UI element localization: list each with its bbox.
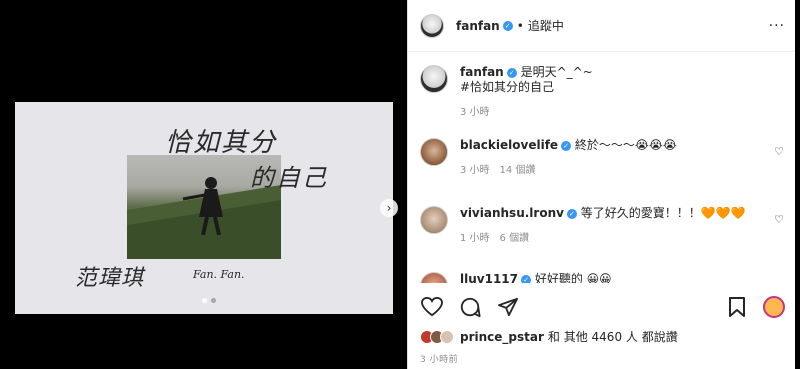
save-button[interactable]: [725, 295, 749, 319]
poster-title-line2: 的自己: [250, 164, 328, 192]
header-separator: •: [516, 18, 524, 33]
post-username[interactable]: fanfan: [456, 19, 500, 33]
comment-text: 終於～～～😭😭😭: [574, 138, 677, 152]
avatar[interactable]: [420, 13, 444, 38]
post-actions: [420, 290, 785, 324]
caption-username[interactable]: fanfan: [460, 65, 504, 79]
my-profile-icon[interactable]: [763, 296, 785, 318]
comment-row: lluv1117 ✓ 好好聽的 😀😀: [420, 272, 785, 283]
poster-artist-name-zh: 范瑋琪: [75, 266, 145, 291]
follow-button[interactable]: 追蹤中: [528, 17, 564, 34]
comment-username[interactable]: blackielovelife: [460, 138, 558, 152]
comment-row: blackielovelife ✓ 終於～～～😭😭😭 3 小時 14 個讚 ♡: [420, 138, 785, 178]
comment-username[interactable]: lluv1117: [460, 272, 518, 283]
verified-icon: ✓: [566, 209, 577, 219]
more-options-icon[interactable]: ···: [769, 18, 785, 34]
bookmark-icon: [729, 297, 745, 317]
likes-summary: prince_pstar 和 其他 4460 人 都說讚: [420, 328, 678, 345]
verified-icon: ✓: [506, 68, 517, 78]
comment-button[interactable]: [458, 295, 482, 319]
comment-body: lluv1117 ✓ 好好聽的 😀😀: [460, 272, 612, 283]
avatar[interactable]: [420, 138, 448, 166]
caption-hashtag[interactable]: #恰如其分的自己: [460, 80, 593, 95]
share-button[interactable]: [496, 295, 520, 319]
carousel-dot-active: [202, 298, 207, 303]
avatar: [440, 329, 454, 344]
comment-likes[interactable]: 14 個讚: [500, 163, 536, 178]
avatar[interactable]: [420, 206, 448, 234]
send-icon: [497, 297, 518, 317]
caption-time: 3 小時: [460, 107, 490, 118]
likes-count-text[interactable]: 和 其他 4460 人 都說讚: [548, 328, 678, 345]
avatar[interactable]: [420, 272, 448, 283]
comment-row: vivianhsu.lronv ✓ 等了好久的愛寶！！！🧡🧡🧡 1 小時 6 個讚…: [420, 206, 785, 246]
poster-artist-name-en: Fan. Fan.: [193, 268, 245, 281]
like-button[interactable]: [420, 295, 444, 319]
heart-icon: [421, 297, 443, 317]
comment-time: 1 小時: [460, 233, 490, 244]
scrollbar[interactable]: [795, 0, 800, 369]
comment-icon: [460, 297, 481, 318]
caption-row: fanfan ✓ 是明天^_^~ #恰如其分的自己 3 小時: [420, 65, 785, 120]
comment-body: blackielovelife ✓ 終於～～～😭😭😭 3 小時 14 個讚: [460, 138, 677, 178]
caption-line1: 是明天^_^~: [520, 65, 593, 79]
liker-username[interactable]: prince_pstar: [460, 330, 544, 344]
comment-time: 3 小時: [460, 165, 490, 176]
comments-list: fanfan ✓ 是明天^_^~ #恰如其分的自己 3 小時 blackielov…: [408, 53, 795, 283]
verified-icon: ✓: [521, 275, 531, 283]
avatar[interactable]: [420, 65, 448, 93]
verified-icon: ✓: [502, 20, 513, 31]
post-timestamp: 3 小時前: [420, 355, 459, 365]
post-panel: fanfan ✓ • 追蹤中 ··· fanfan ✓ 是明天^_^~ #恰如其分…: [407, 0, 795, 369]
chevron-right-icon: ›: [386, 201, 392, 215]
verified-icon: ✓: [561, 141, 572, 151]
next-slide-button[interactable]: ›: [380, 199, 398, 217]
post-header: fanfan ✓ • 追蹤中 ···: [408, 0, 795, 52]
comment-text: 好好聽的 😀😀: [534, 272, 612, 283]
heart-icon[interactable]: ♡: [773, 146, 785, 158]
media-viewer: 恰如其分 的自己 范瑋琪 Fan. Fan. ›: [0, 0, 407, 369]
comment-username[interactable]: vivianhsu.lronv: [460, 206, 564, 220]
comment-text: 等了好久的愛寶！！！🧡🧡🧡: [580, 206, 746, 220]
liker-avatars: [420, 329, 454, 344]
carousel-indicator: [202, 298, 216, 303]
poster-title-line1: 恰如其分: [165, 128, 278, 158]
comment-likes[interactable]: 6 個讚: [500, 231, 530, 246]
caption-text: fanfan ✓ 是明天^_^~ #恰如其分的自己 3 小時: [460, 65, 593, 120]
carousel-dot: [211, 298, 216, 303]
post-image[interactable]: 恰如其分 的自己 范瑋琪 Fan. Fan.: [15, 102, 393, 314]
comment-body: vivianhsu.lronv ✓ 等了好久的愛寶！！！🧡🧡🧡 1 小時 6 個讚: [460, 206, 746, 246]
heart-icon[interactable]: ♡: [773, 214, 785, 226]
